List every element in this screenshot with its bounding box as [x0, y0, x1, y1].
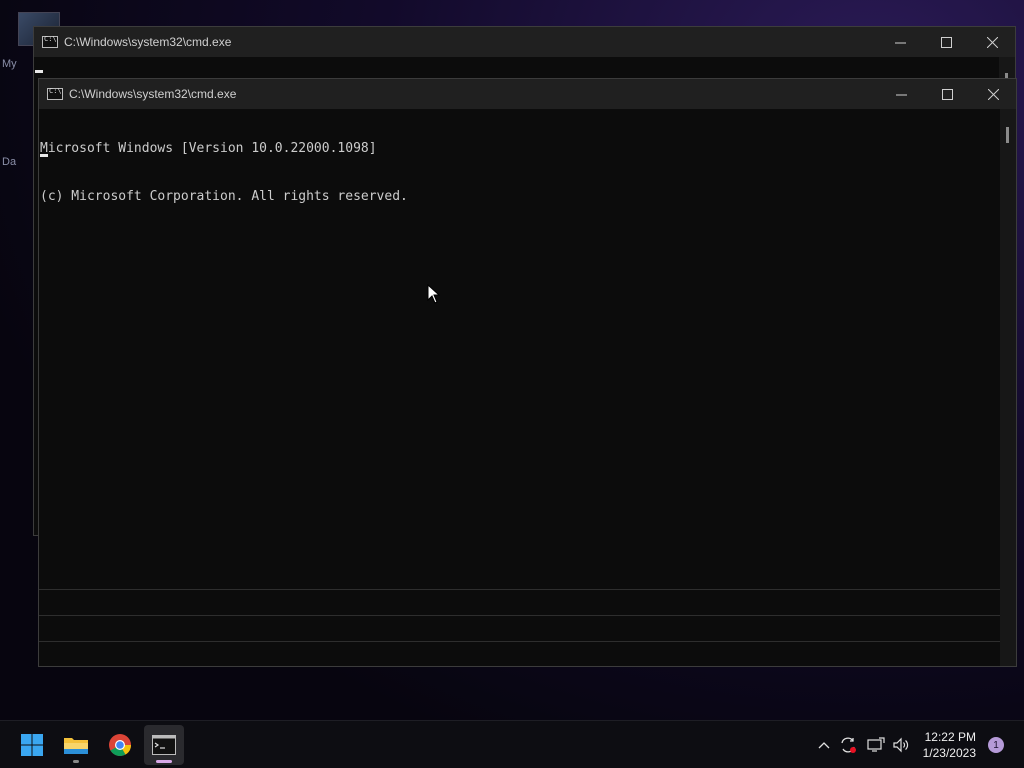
- taskbar-command-prompt[interactable]: [144, 725, 184, 765]
- notification-badge[interactable]: 1: [988, 737, 1004, 753]
- console-output[interactable]: Microsoft Windows [Version 10.0.22000.10…: [39, 109, 408, 237]
- close-button[interactable]: [970, 79, 1016, 109]
- close-icon: [987, 88, 999, 100]
- clock-time: 12:22 PM: [924, 730, 976, 744]
- minimize-button[interactable]: [878, 79, 924, 109]
- start-button[interactable]: [12, 725, 52, 765]
- chevron-up-icon: [818, 742, 830, 749]
- windows-start-icon: [21, 734, 43, 756]
- running-indicator: [73, 760, 79, 763]
- show-hidden-icons-button[interactable]: [814, 721, 834, 768]
- command-prompt-icon: [152, 735, 176, 755]
- mouse-pointer-icon: [427, 284, 441, 304]
- taskbar-chrome[interactable]: [100, 725, 140, 765]
- scrollbar[interactable]: [1000, 109, 1016, 666]
- close-button[interactable]: [969, 27, 1015, 57]
- active-indicator: [156, 760, 172, 763]
- close-icon: [986, 36, 998, 48]
- title-bar[interactable]: C:\Windows\system32\cmd.exe: [34, 27, 1015, 57]
- taskbar: 12:22 PM 1/23/2023 1: [0, 720, 1024, 768]
- chrome-icon: [109, 734, 131, 756]
- text-cursor: [35, 70, 43, 73]
- desktop-label: My: [2, 58, 17, 70]
- minimize-icon: [895, 94, 907, 95]
- divider: [39, 615, 1000, 616]
- console-line: (c) Microsoft Corporation. All rights re…: [40, 189, 408, 204]
- minimize-button[interactable]: [877, 27, 923, 57]
- taskbar-file-explorer[interactable]: [56, 725, 96, 765]
- network-icon: [867, 737, 885, 752]
- window-title: C:\Windows\system32\cmd.exe: [64, 35, 232, 49]
- clock-date: 1/23/2023: [922, 746, 976, 760]
- console-line: Microsoft Windows [Version 10.0.22000.10…: [40, 141, 377, 156]
- file-explorer-icon: [64, 738, 88, 754]
- divider: [39, 589, 1000, 590]
- scrollbar-thumb[interactable]: [1006, 127, 1009, 143]
- maximize-icon: [941, 88, 953, 100]
- maximize-button[interactable]: [923, 27, 969, 57]
- sync-status[interactable]: [836, 721, 860, 768]
- maximize-button[interactable]: [924, 79, 970, 109]
- volume-icon: [893, 737, 909, 753]
- divider: [39, 641, 1000, 642]
- system-clock[interactable]: 12:22 PM 1/23/2023: [923, 729, 976, 761]
- desktop-label: Da: [2, 156, 17, 168]
- command-prompt-icon: [42, 35, 58, 48]
- command-prompt-icon: [47, 87, 63, 100]
- maximize-icon: [940, 36, 952, 48]
- volume-control[interactable]: [889, 721, 913, 768]
- minimize-icon: [894, 42, 906, 43]
- window-title: C:\Windows\system32\cmd.exe: [69, 87, 237, 101]
- sync-icon: [841, 737, 856, 753]
- cmd-window-front[interactable]: C:\Windows\system32\cmd.exe Microsoft Wi…: [38, 78, 1017, 667]
- text-cursor: [40, 154, 48, 157]
- title-bar[interactable]: C:\Windows\system32\cmd.exe: [39, 79, 1016, 109]
- network-status[interactable]: [864, 721, 888, 768]
